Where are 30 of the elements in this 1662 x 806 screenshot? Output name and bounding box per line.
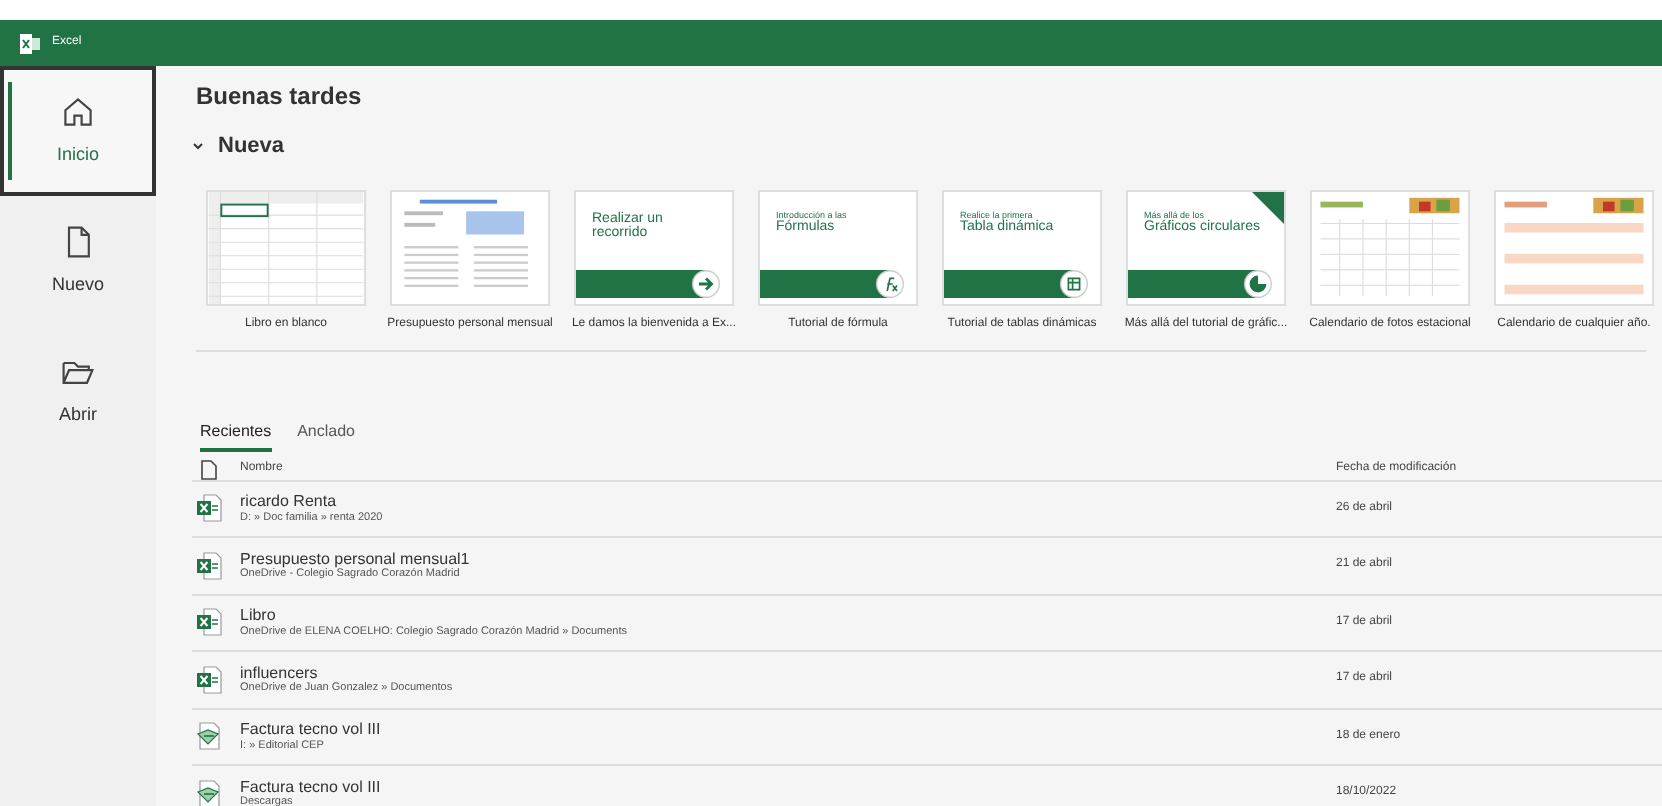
- tab[interactable]: Recientes: [200, 419, 272, 451]
- corner-ribbon-icon: [1252, 191, 1284, 223]
- file-name: Factura tecno vol III: [240, 720, 383, 740]
- tab[interactable]: Anclado: [297, 419, 355, 451]
- app-logo-icon: [20, 33, 40, 53]
- calendar-preview[interactable]: [1310, 189, 1470, 305]
- blank-workbook-preview[interactable]: [206, 189, 366, 305]
- file-name: Libro: [240, 606, 278, 626]
- file-name: Factura tecno vol III: [240, 777, 383, 796]
- file-name: ricardo Renta: [240, 492, 339, 512]
- spreadsheet-file-icon: [196, 608, 222, 637]
- spreadsheet-file-icon: [196, 494, 222, 523]
- file-icon: [200, 459, 218, 479]
- chevron-icon: [192, 140, 204, 153]
- file-name: influencers: [240, 663, 320, 682]
- calendar-preview[interactable]: [1494, 189, 1654, 305]
- budget-sheet-preview[interactable]: [390, 189, 550, 305]
- spreadsheet-template-icon: [196, 722, 222, 751]
- sidebar-item[interactable]: Nuevo: [0, 196, 156, 326]
- pie-chart-icon: [1244, 269, 1272, 297]
- table-icon: [1060, 269, 1088, 297]
- greeting: Buenas tardes: [196, 80, 364, 114]
- sidebar-item[interactable]: Inicio: [0, 66, 156, 196]
- sidebar-item[interactable]: Abrir: [0, 326, 156, 456]
- home-icon: [60, 93, 96, 130]
- section-toggle[interactable]: Nueva: [192, 130, 285, 163]
- spreadsheet-file-icon: [196, 665, 222, 694]
- file-name: Presupuesto personal mensual1: [240, 549, 472, 568]
- function-icon: [876, 269, 904, 297]
- spreadsheet-file-icon: [196, 551, 222, 580]
